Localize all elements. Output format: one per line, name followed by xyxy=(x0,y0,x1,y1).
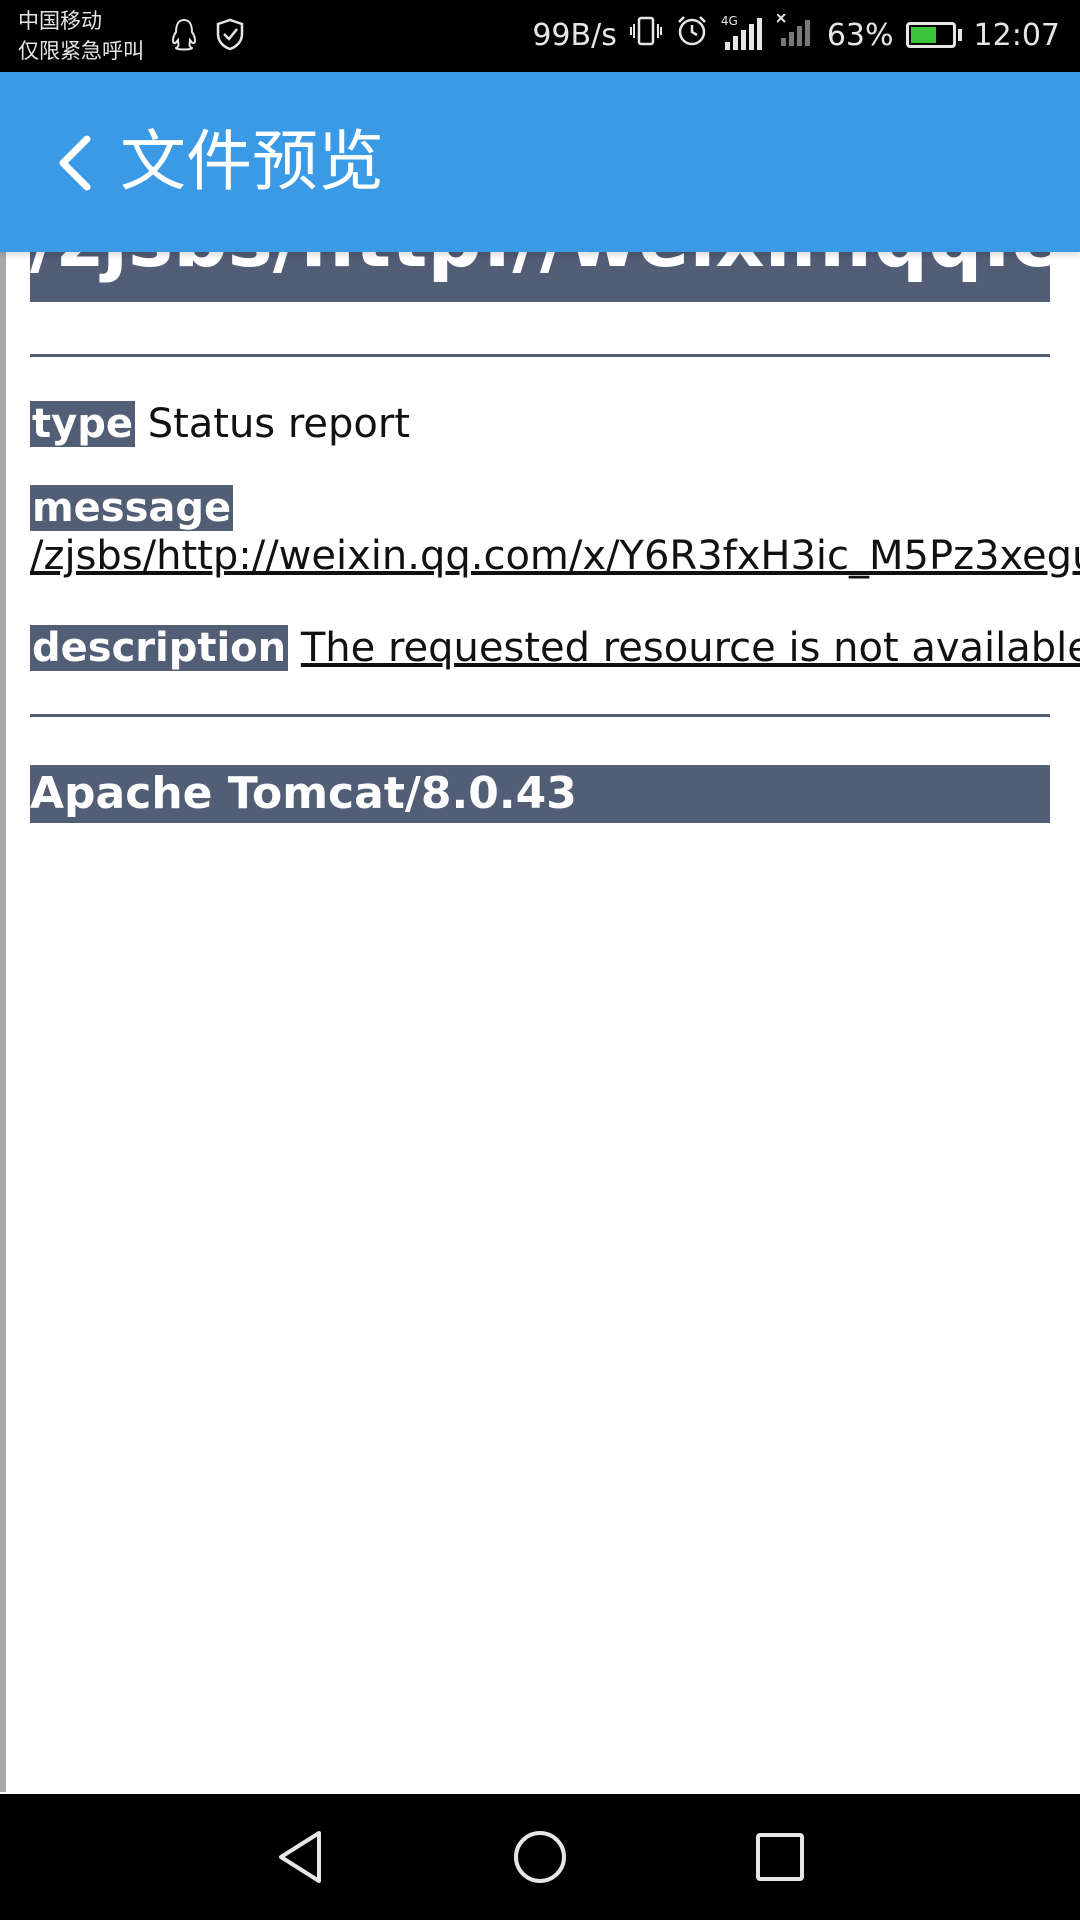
webview-content[interactable]: /zjsbs/http://weixin.qq.com/x/ type Stat… xyxy=(0,252,1080,1792)
alarm-icon xyxy=(675,14,709,56)
back-button[interactable] xyxy=(40,128,110,198)
page-title: 文件预览 xyxy=(120,123,384,200)
type-value: Status report xyxy=(147,401,411,447)
chevron-left-icon xyxy=(59,135,91,191)
battery-percent: 63% xyxy=(826,17,894,53)
divider xyxy=(30,714,1050,717)
type-row: type Status report xyxy=(30,398,410,450)
description-value[interactable]: The requested resource is not available. xyxy=(301,625,1080,671)
carrier-name: 中国移动 xyxy=(18,9,102,33)
nav-recents-button[interactable] xyxy=(740,1817,820,1897)
status-indicators: 99B/s 4G 63% 12:07 xyxy=(532,13,1060,56)
server-signature: Apache Tomcat/8.0.43 xyxy=(30,765,1050,823)
description-label: description xyxy=(30,625,289,671)
message-value[interactable]: /zjsbs/http://weixin.qq.com/x/Y6R3fxH3ic… xyxy=(30,532,1080,580)
triangle-back-icon xyxy=(279,1831,321,1883)
message-row: message /zjsbs/http://weixin.qq.com/x/Y6… xyxy=(30,484,1080,580)
clock: 12:07 xyxy=(973,17,1060,53)
nav-home-button[interactable] xyxy=(500,1817,580,1897)
navigation-bar xyxy=(0,1794,1080,1920)
square-recents-icon xyxy=(756,1833,804,1881)
vibrate-icon xyxy=(629,14,663,56)
error-heading: /zjsbs/http://weixin.qq.com/x/ xyxy=(30,252,1050,302)
signal-no-service-icon xyxy=(776,13,815,56)
carrier-info: 中国移动 仅限紧急呼叫 xyxy=(18,6,144,66)
battery-icon xyxy=(905,22,962,48)
circle-home-icon xyxy=(514,1831,566,1883)
type-label: type xyxy=(30,401,135,447)
status-bar: 中国移动 仅限紧急呼叫 99B/s 4G 63% 12:07 xyxy=(0,0,1080,72)
divider xyxy=(30,354,1050,357)
qq-icon xyxy=(170,18,198,56)
signal-4g-icon: 4G xyxy=(721,14,765,52)
app-bar: 文件预览 xyxy=(0,72,1080,252)
notification-shield-icon xyxy=(214,18,248,56)
network-speed: 99B/s xyxy=(532,17,617,53)
message-label: message xyxy=(30,485,234,531)
emergency-only-label: 仅限紧急呼叫 xyxy=(18,39,144,63)
nav-back-button[interactable] xyxy=(260,1817,340,1897)
description-row: description The requested resource is no… xyxy=(30,622,1080,674)
